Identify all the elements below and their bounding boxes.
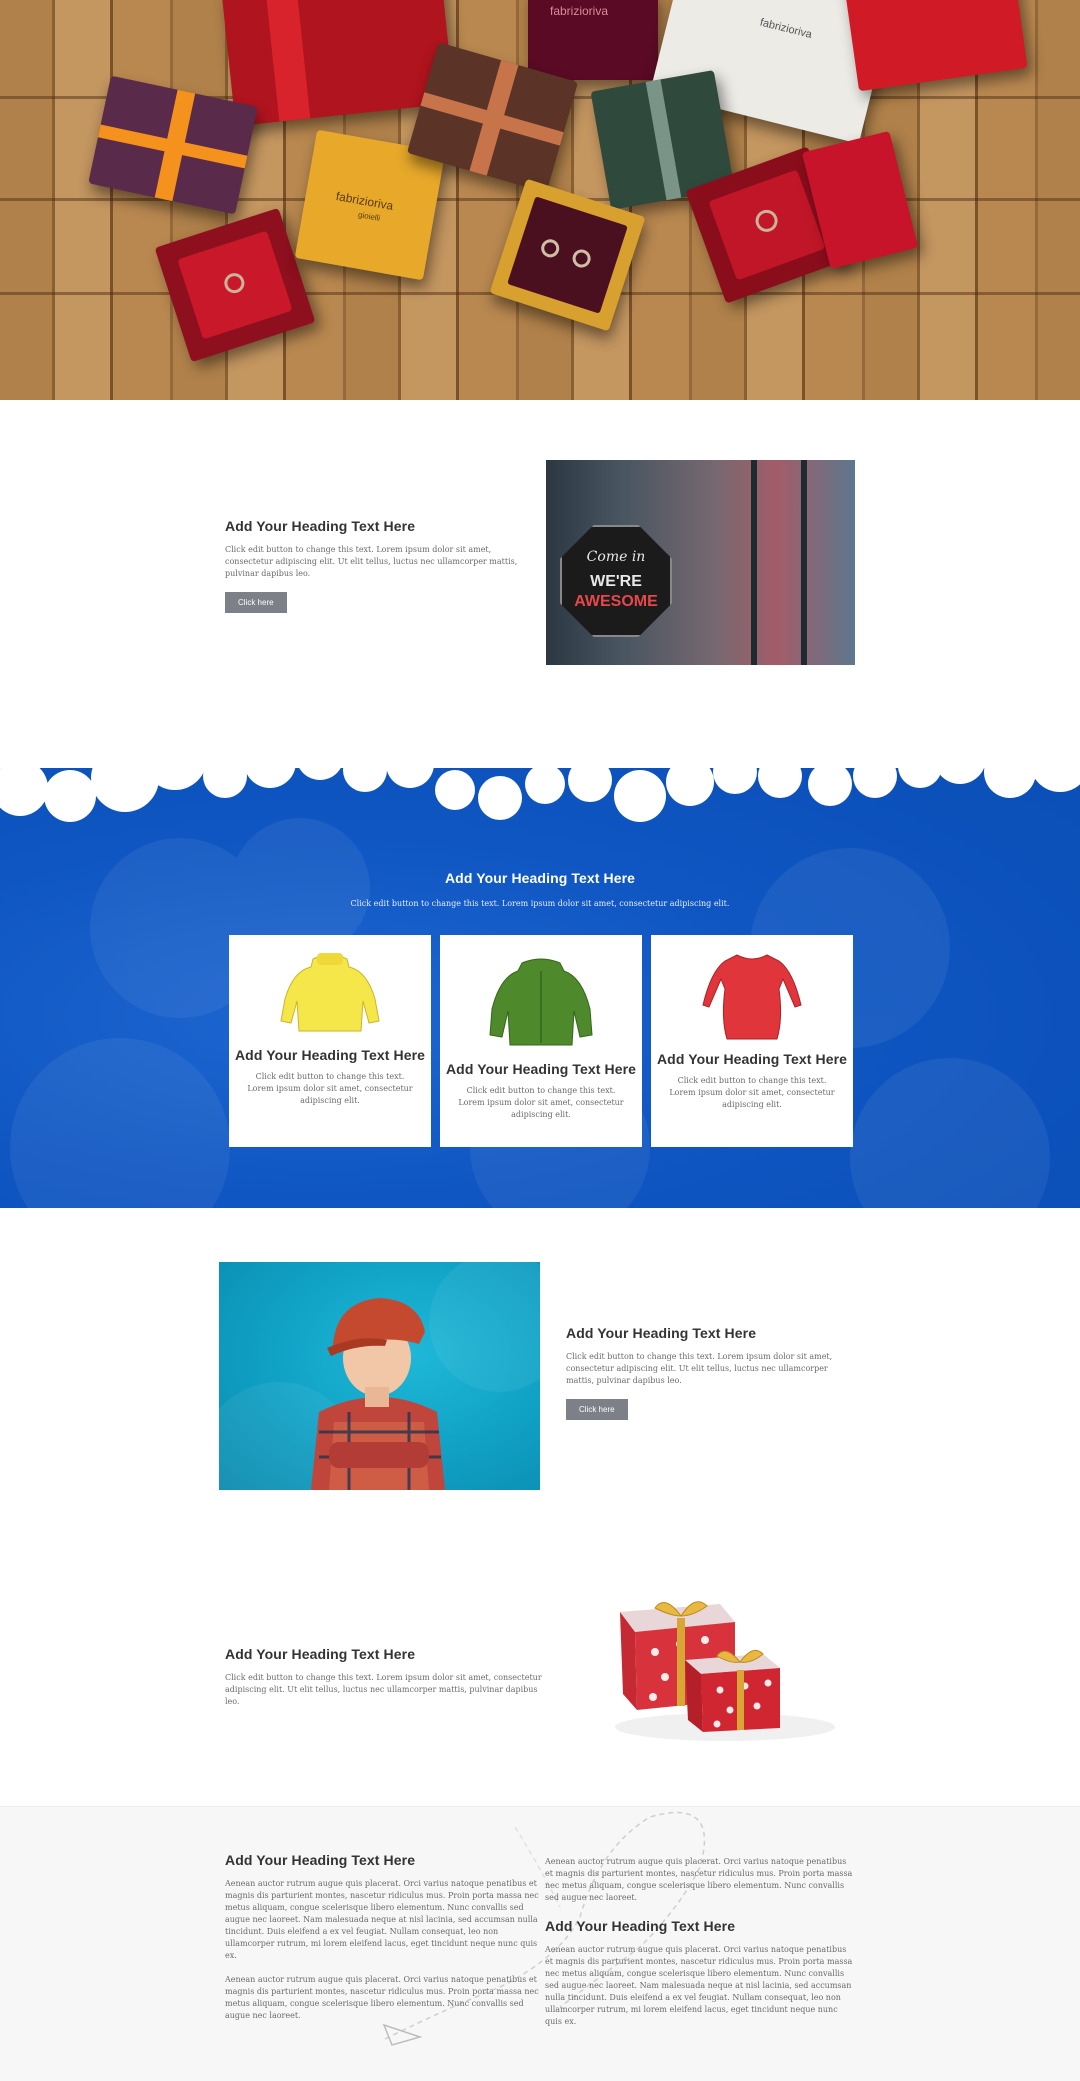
yellow-sweater-icon bbox=[280, 953, 380, 1032]
click-here-button[interactable]: Click here bbox=[225, 592, 287, 613]
footer-paragraph: Aenean auctor rutrum augue quis placerat… bbox=[545, 1945, 853, 2026]
section-heading: Add Your Heading Text Here bbox=[225, 518, 416, 534]
boy-figure bbox=[219, 1262, 540, 1490]
gift-text-block: Add Your Heading Text Here Click edit bu… bbox=[225, 1646, 545, 1708]
card-heading: Add Your Heading Text Here bbox=[234, 1047, 426, 1063]
boy-text-block: Add Your Heading Text Here Click edit bu… bbox=[566, 1325, 856, 1420]
earring-box-cushion bbox=[507, 196, 628, 314]
card-heading: Add Your Heading Text Here bbox=[656, 1051, 848, 1067]
card-text: Click edit button to change this text. L… bbox=[247, 1072, 413, 1105]
footer-paragraph: Aenean auctor rutrum augue quis placerat… bbox=[225, 1975, 539, 2020]
cloud-edge bbox=[0, 728, 1080, 822]
product-card[interactable]: Add Your Heading Text Here Click edit bu… bbox=[651, 935, 853, 1147]
green-sweater-icon bbox=[489, 958, 593, 1046]
footer-left-column: Add Your Heading Text Here Aenean auctor… bbox=[225, 1852, 543, 2022]
click-here-button[interactable]: Click here bbox=[566, 1399, 628, 1420]
gift-icon bbox=[615, 1601, 835, 1741]
section-text: Click edit button to change this text. L… bbox=[225, 1673, 542, 1706]
brand-logo-text: fabrizioriva bbox=[550, 4, 609, 18]
red-dress-icon bbox=[702, 954, 802, 1040]
footer-heading: Add Your Heading Text Here bbox=[545, 1918, 736, 1934]
section-subtext: Click edit button to change this text. L… bbox=[350, 899, 730, 908]
burgundy-gift-box: fabrizioriva bbox=[528, 0, 658, 80]
storefront-photo: Come in WE'RE AWESOME bbox=[546, 460, 855, 665]
footer-right-column: Aenean auctor rutrum augue quis placerat… bbox=[545, 1856, 855, 2028]
ribbon bbox=[645, 79, 682, 201]
card-heading: Add Your Heading Text Here bbox=[445, 1061, 637, 1077]
card-text: Click edit button to change this text. L… bbox=[669, 1076, 835, 1109]
product-card[interactable]: Add Your Heading Text Here Click edit bu… bbox=[229, 935, 431, 1147]
footer-heading: Add Your Heading Text Here bbox=[225, 1852, 416, 1868]
brand-logo-text: fabrizioriva bbox=[758, 16, 814, 42]
product-card[interactable]: Add Your Heading Text Here Click edit bu… bbox=[440, 935, 642, 1147]
section-heading: Add Your Heading Text Here bbox=[444, 870, 636, 886]
footer-paragraph: Aenean auctor rutrum augue quis placerat… bbox=[225, 1879, 539, 1960]
paper-plane-icon bbox=[382, 2023, 423, 2046]
sign-top-text: Come in bbox=[586, 549, 646, 565]
ribbon bbox=[265, 0, 311, 122]
card-text: Click edit button to change this text. L… bbox=[458, 1086, 624, 1119]
brand-logo-subtext: gioielli bbox=[357, 210, 381, 223]
sign-bottom-text: AWESOME bbox=[574, 593, 658, 610]
section-heading: Add Your Heading Text Here bbox=[225, 1646, 416, 1662]
section-text: Click edit button to change this text. L… bbox=[566, 1352, 833, 1385]
boy-photo bbox=[219, 1262, 540, 1490]
gift-boxes-image bbox=[585, 1582, 845, 1742]
door-frame bbox=[751, 460, 757, 665]
section-heading: Add Your Heading Text Here bbox=[566, 1325, 757, 1341]
sign-mid-text: WE'RE bbox=[590, 573, 642, 590]
intro-text-block: Add Your Heading Text Here Click edit bu… bbox=[225, 518, 535, 613]
ring-box bbox=[154, 207, 316, 363]
hero-image: fabrizioriva fabrizioriva fabrizioriva g… bbox=[0, 0, 1080, 400]
brand-logo-text: fabrizioriva bbox=[334, 189, 395, 213]
section-text: Click edit button to change this text. L… bbox=[225, 545, 518, 578]
red-shopping-bag bbox=[842, 0, 1028, 92]
footer-paragraph: Aenean auctor rutrum augue quis placerat… bbox=[545, 1857, 853, 1902]
door-frame bbox=[801, 460, 807, 665]
